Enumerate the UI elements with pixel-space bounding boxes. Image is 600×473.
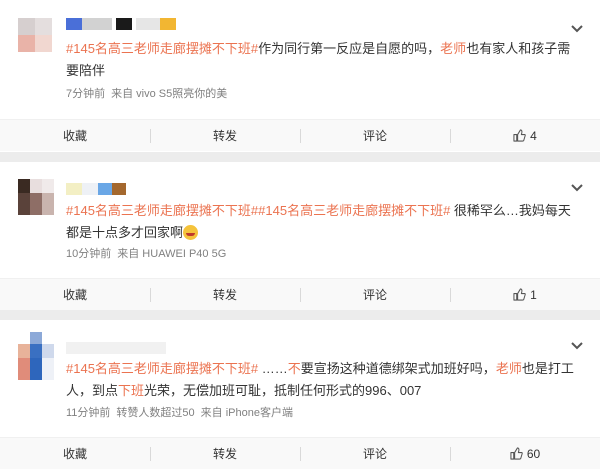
comment-label: 评论 [362, 288, 387, 302]
post-card-2: #145名高三老师走廊摆摊不下班##145名高三老师走廊摆摊不下班# 很稀罕么…… [0, 162, 600, 310]
action-bar: 收藏 转发 评论 1 [0, 278, 600, 310]
favorite-label: 收藏 [62, 288, 87, 302]
topic-link[interactable]: #145名高三老师走廊摆摊不下班# [66, 203, 258, 218]
like-count: 60 [526, 446, 541, 461]
post-text-segment: …… [258, 361, 288, 376]
comment-button[interactable]: 评论 [300, 120, 450, 151]
thumbs-up-icon [510, 447, 523, 460]
topic-link[interactable]: #145名高三老师走廊摆摊不下班# [258, 203, 450, 218]
avatar[interactable] [18, 332, 54, 380]
keyword-highlight[interactable]: 下班 [118, 383, 144, 398]
post-text: #145名高三老师走廊摆摊不下班##145名高三老师走廊摆摊不下班# 很稀罕么…… [66, 200, 582, 244]
like-button[interactable]: 4 [450, 120, 600, 151]
avatar[interactable] [18, 18, 52, 52]
post-card-3: #145名高三老师走廊摆摊不下班# ……不要宣扬这种道德绑架式加班好吗，老师也是… [0, 320, 600, 473]
laughing-emoji-icon [183, 225, 199, 240]
comment-button[interactable]: 评论 [300, 279, 450, 310]
comment-label: 评论 [362, 447, 387, 461]
topic-link[interactable]: #145名高三老师走廊摆摊不下班# [66, 361, 258, 376]
chevron-down-icon[interactable] [570, 183, 584, 193]
thumbs-up-icon [513, 288, 526, 301]
favorite-button[interactable]: 收藏 [0, 120, 150, 151]
post-text-segment: 光荣，无偿加班可耻，抵制任何形式的996、007 [144, 383, 422, 398]
post-text: #145名高三老师走廊摆摊不下班# ……不要宣扬这种道德绑架式加班好吗，老师也是… [66, 358, 582, 402]
like-count: 4 [530, 128, 537, 143]
repost-label: 转发 [212, 447, 237, 461]
action-bar: 收藏 转发 评论 60 [0, 437, 600, 469]
favorite-label: 收藏 [62, 447, 87, 461]
repost-count-label: 转赞人数超过50 [116, 407, 195, 419]
username-blurred[interactable] [66, 183, 126, 195]
keyword-highlight[interactable]: 老师 [496, 361, 522, 376]
comment-button[interactable]: 评论 [300, 438, 450, 469]
action-bar: 收藏 转发 评论 4 [0, 119, 600, 151]
like-button[interactable]: 1 [450, 279, 600, 310]
thumbs-up-icon [513, 129, 526, 142]
favorite-button[interactable]: 收藏 [0, 279, 150, 310]
favorite-label: 收藏 [62, 129, 87, 143]
like-count: 1 [530, 287, 537, 302]
username-blurred[interactable] [66, 342, 166, 354]
repost-button[interactable]: 转发 [150, 438, 300, 469]
post-time[interactable]: 11分钟前 [66, 407, 110, 419]
like-button[interactable]: 60 [450, 438, 600, 469]
post-source: 来自 HUAWEI P40 5G [117, 248, 227, 260]
keyword-highlight[interactable]: 老师 [440, 41, 466, 56]
repost-label: 转发 [212, 288, 237, 302]
chevron-down-icon[interactable] [570, 341, 584, 351]
post-source: 来自 vivo S5照亮你的美 [111, 88, 228, 100]
post-time[interactable]: 10分钟前 [66, 248, 111, 260]
post-text-segment: 要宣扬这种道德绑架式加班好吗， [300, 361, 496, 376]
topic-link[interactable]: #145名高三老师走廊摆摊不下班# [66, 41, 258, 56]
repost-button[interactable]: 转发 [150, 120, 300, 151]
post-card-1: #145名高三老师走廊摆摊不下班#作为同行第一反应是自愿的吗，老师也有家人和孩子… [0, 0, 600, 152]
post-time[interactable]: 7分钟前 [66, 88, 105, 100]
post-text: #145名高三老师走廊摆摊不下班#作为同行第一反应是自愿的吗，老师也有家人和孩子… [66, 38, 582, 82]
post-meta: 10分钟前 来自 HUAWEI P40 5G [66, 247, 232, 261]
post-source: 来自 iPhone客户端 [200, 407, 293, 419]
post-meta: 11分钟前 转赞人数超过50 来自 iPhone客户端 [66, 406, 299, 420]
chevron-down-icon[interactable] [570, 24, 584, 34]
post-meta: 7分钟前 来自 vivo S5照亮你的美 [66, 87, 233, 101]
post-text-segment: 作为同行第一反应是自愿的吗， [258, 41, 441, 56]
comment-label: 评论 [362, 129, 387, 143]
repost-button[interactable]: 转发 [150, 279, 300, 310]
favorite-button[interactable]: 收藏 [0, 438, 150, 469]
keyword-highlight[interactable]: 不 [288, 361, 301, 376]
avatar[interactable] [18, 179, 54, 215]
repost-label: 转发 [212, 129, 237, 143]
username-blurred[interactable] [66, 18, 196, 30]
